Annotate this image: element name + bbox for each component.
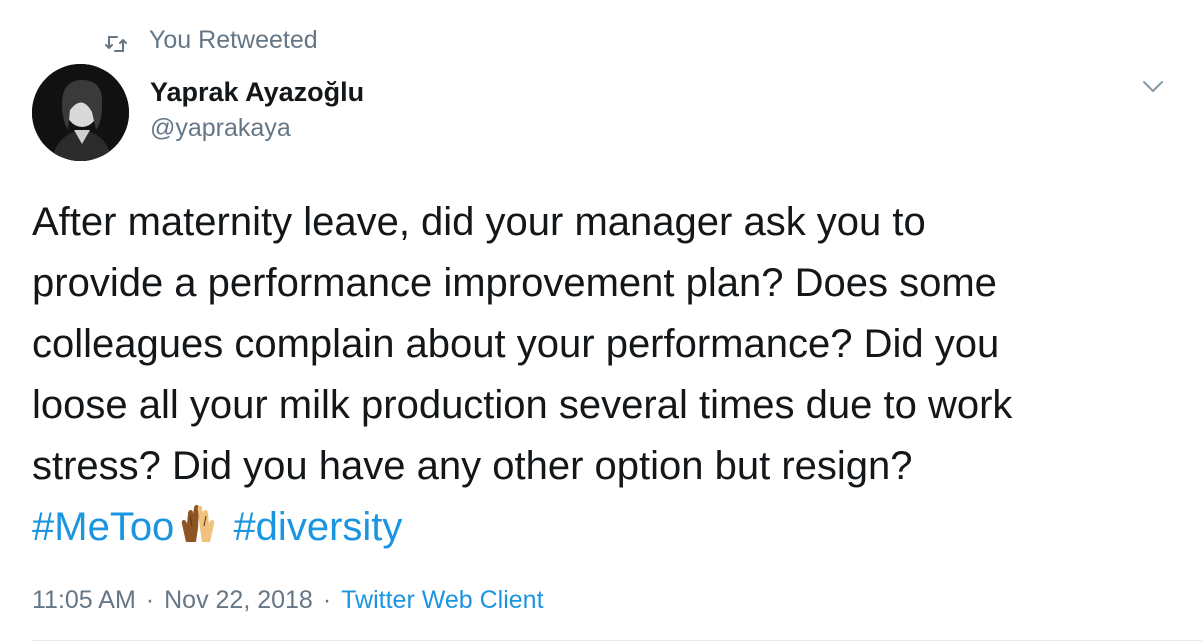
raising-hands-emoji-icon <box>176 502 220 546</box>
tweet-time[interactable]: 11:05 AM <box>32 586 136 615</box>
tweet-date[interactable]: Nov 22, 2018 <box>164 586 313 615</box>
tweet-menu-button[interactable] <box>1138 74 1168 104</box>
tweet-client-link[interactable]: Twitter Web Client <box>341 586 543 615</box>
author-name[interactable]: Yaprak Ayazoğlu <box>150 74 364 110</box>
meta-separator: · <box>322 585 332 614</box>
tweet-text-line: stress? Did you have any other option bu… <box>32 444 913 488</box>
hashtag-diversity[interactable]: #diversity <box>233 505 402 549</box>
retweet-label: You Retweeted <box>149 25 318 54</box>
tweet-text-line: After maternity leave, did your manager … <box>32 200 926 244</box>
tweet-text-line: loose all your milk production several t… <box>32 383 1013 427</box>
meta-separator: · <box>145 585 155 614</box>
tweet-text-line: colleagues complain about your performan… <box>32 322 1000 366</box>
tweet-meta: 11:05 AM · Nov 22, 2018 · Twitter Web Cl… <box>32 580 544 620</box>
author-handle[interactable]: @yaprakaya <box>150 110 364 146</box>
tweet-text-line: provide a performance improvement plan? … <box>32 261 997 305</box>
tweet: You Retweeted Yaprak Ayazoğlu @yaprakaya… <box>0 0 1202 644</box>
tweet-text: After maternity leave, did your manager … <box>32 192 1182 558</box>
hashtag-line: #MeToo #diversity <box>32 497 1182 558</box>
chevron-down-icon <box>1142 80 1164 99</box>
hashtag-metoo[interactable]: #MeToo <box>32 505 174 549</box>
retweet-icon <box>105 31 127 52</box>
divider <box>32 640 1202 641</box>
retweet-context: You Retweeted <box>105 24 318 56</box>
author-block: Yaprak Ayazoğlu @yaprakaya <box>150 74 364 146</box>
avatar[interactable] <box>32 64 129 161</box>
